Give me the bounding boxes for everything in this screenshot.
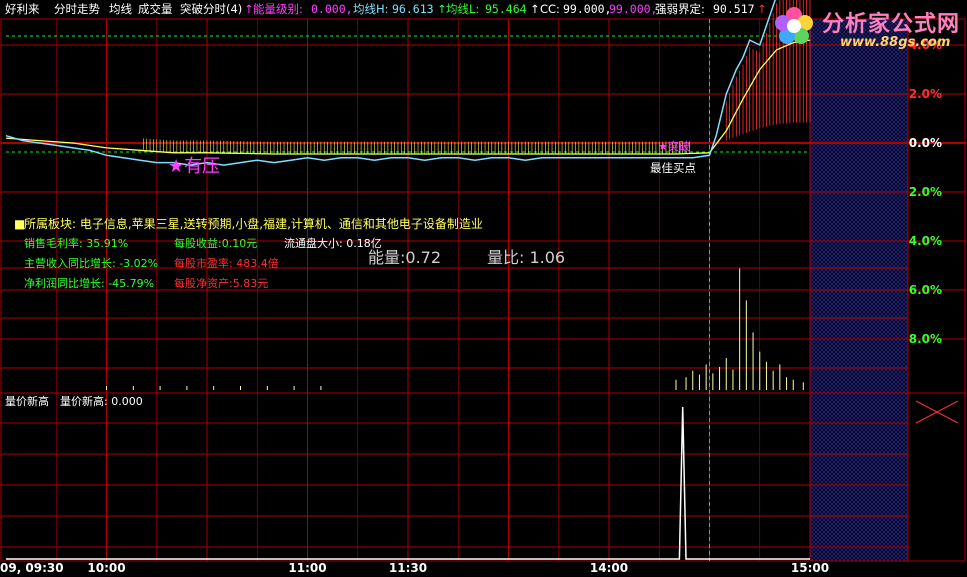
- maolilv: 销售毛利率: 35.91%: [24, 237, 129, 250]
- energy-value: 0.000,: [311, 2, 353, 16]
- tab-fenshi[interactable]: 分时走势: [54, 3, 100, 16]
- lower-panel-title: 量价新高: [5, 395, 49, 408]
- x-tick-label: 09, 09:30: [0, 561, 64, 575]
- flower-logo-icon: [775, 7, 813, 44]
- y-tick-label: 2.0%: [909, 185, 942, 199]
- qiangruo-label: 强弱界定:: [655, 2, 705, 16]
- future-area-lower: [810, 393, 908, 561]
- meigu-shouyi: 每股收益:0.10元: [174, 237, 258, 250]
- x-tick-label: 11:30: [389, 561, 427, 575]
- cc-value-2: 99.000,: [609, 2, 658, 16]
- y-tick-label: 4.0%: [909, 234, 942, 248]
- site-logo[interactable]: 分析家公式网 www.88gs.com: [768, 2, 964, 54]
- junh-label: 均线H:: [353, 2, 389, 16]
- zhuying-zengzhang: 主营收入同比增长: -3.02%: [24, 257, 159, 270]
- zuijia-annotation: 最佳买点: [650, 161, 696, 175]
- tab-tupo[interactable]: 突破分时(4): [180, 3, 242, 16]
- logo-title: 分析家公式网: [822, 11, 961, 37]
- liangbi-readout: 量比: 1.06: [487, 248, 566, 267]
- junh-value: 96.613: [392, 2, 434, 16]
- energy-label: 能量级别:: [253, 2, 303, 16]
- stock-name[interactable]: 好利来: [5, 3, 40, 16]
- tupo-annotation: ★突破: [658, 140, 690, 153]
- lower-panel-readout: 量价新高: 0.000: [60, 395, 143, 408]
- x-tick-label: 14:00: [590, 561, 628, 575]
- shiying-lv: 每股市盈率: 483.4倍: [174, 257, 279, 270]
- x-tick-label: 15:00: [791, 561, 829, 575]
- junl-label: 均线L:: [446, 2, 480, 16]
- x-tick-label: 11:00: [288, 561, 326, 575]
- jingzichan: 每股净资产:5.83元: [174, 277, 269, 290]
- jinglirun-zengzhang: 净利润同比增长: -45.79%: [24, 277, 155, 290]
- junl-value: 95.464: [485, 2, 527, 16]
- tab-chengjiao[interactable]: 成交量: [138, 3, 173, 16]
- future-area-upper: [810, 19, 908, 393]
- x-tick-label: 10:00: [87, 561, 125, 575]
- cc-value-1: 99.000,: [563, 2, 612, 16]
- bankuai-text: 所属板块: 电子信息,苹果三星,送转预期,小盘,福建,计算机、通信和其他电子设备…: [24, 217, 483, 231]
- tab-junxian[interactable]: 均线: [109, 3, 132, 16]
- y-tick-label: 0.0%: [909, 136, 942, 150]
- qiangruo-value: 90.517: [713, 2, 755, 16]
- up-arrow-icon: ↑: [757, 2, 767, 16]
- y-tick-label: 8.0%: [909, 332, 942, 346]
- nengliang-readout: 能量:0.72: [368, 248, 442, 267]
- y-tick-label: 2.0%: [909, 87, 942, 101]
- up-arrow-icon: ↑: [530, 2, 540, 16]
- y-tick-label: 6.0%: [909, 283, 942, 297]
- cc-label: CC:: [540, 2, 560, 16]
- logo-url: www.88gs.com: [840, 35, 951, 50]
- youya-annotation: ★有压: [168, 156, 221, 177]
